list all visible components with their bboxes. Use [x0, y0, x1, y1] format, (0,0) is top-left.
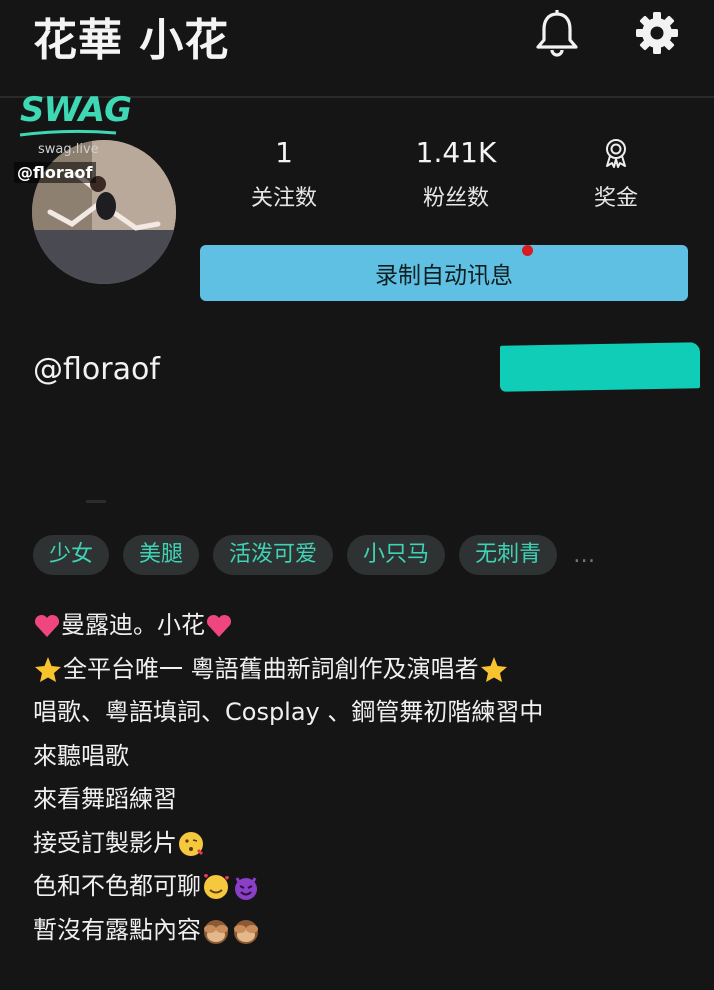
bio-line: 色和不色都可聊	[33, 865, 543, 909]
notification-dot	[522, 245, 533, 256]
swag-underline	[19, 129, 117, 137]
username: @floraof	[33, 352, 160, 387]
tag-chip[interactable]: 少女	[33, 535, 110, 575]
star-icon	[480, 656, 507, 682]
bio-line: 唱歌、粵語填詞、Cosplay 、鋼管舞初階練習中	[33, 698, 544, 726]
see-no-evil-monkey-icon	[204, 919, 228, 944]
following-label: 关注数	[250, 186, 317, 211]
tag-chip[interactable]: 活泼可爱	[213, 535, 334, 575]
watermark-handle: @floraof	[14, 162, 96, 183]
bio-line: 來聽唱歌	[33, 741, 129, 770]
see-no-evil-monkey-icon	[234, 919, 258, 944]
bio-line: 曼露迪。小花	[33, 604, 543, 648]
bio-text: 暫沒有露點內容	[33, 915, 201, 944]
heart-icon	[34, 614, 60, 637]
followers-label: 粉丝数	[422, 186, 489, 211]
bio-text: 曼露迪。小花	[61, 611, 205, 639]
tag-chip[interactable]: 无刺青	[459, 535, 558, 575]
heart-icon	[206, 614, 232, 637]
bio-text: 全平台唯一 粵語舊曲新詞創作及演唱者	[63, 654, 479, 683]
profile-header: 花華 小花	[0, 0, 714, 98]
followers-count: 1.41K	[415, 136, 497, 169]
bio-text: 接受訂製影片	[33, 828, 177, 857]
smiling-face-with-hearts-icon	[204, 874, 229, 899]
page-title: 花華 小花	[33, 15, 230, 66]
following-stat[interactable]: 1 关注数	[224, 136, 344, 212]
bio-line: 來看舞蹈練習	[33, 785, 177, 813]
redaction-mark	[500, 342, 700, 392]
tag-chip[interactable]: 美腿	[123, 535, 200, 575]
bio: 曼露迪。小花 全平台唯一 粵語舊曲新詞創作及演唱者 唱歌、粵語填詞、Cospla…	[33, 604, 543, 952]
followers-stat[interactable]: 1.41K 粉丝数	[396, 136, 516, 212]
following-count: 1	[275, 136, 293, 169]
divider	[86, 500, 106, 503]
watermark-site: swag.live	[38, 142, 99, 157]
tag-list: 少女 美腿 活泼可爱 小只马 无刺青 …	[33, 535, 595, 575]
more-tags-icon[interactable]: …	[573, 543, 595, 568]
star-icon	[35, 656, 61, 682]
bell-icon[interactable]	[532, 8, 582, 58]
kissing-face-icon	[179, 831, 204, 856]
reward-stat[interactable]: 奖金	[556, 136, 676, 212]
record-auto-message-button[interactable]: 录制自动讯息	[200, 245, 688, 301]
swag-watermark: SWAG swag.live @floraof	[14, 90, 132, 190]
bio-text: 色和不色都可聊	[33, 872, 201, 900]
award-icon	[556, 136, 676, 170]
bio-line: 接受訂製影片	[33, 822, 543, 866]
bio-line: 全平台唯一 粵語舊曲新詞創作及演唱者	[33, 648, 543, 692]
bio-line: 暫沒有露點內容	[33, 909, 543, 953]
reward-label: 奖金	[593, 186, 638, 211]
tag-chip[interactable]: 小只马	[347, 535, 446, 575]
devil-face-icon	[235, 877, 257, 900]
swag-logo: SWAG	[20, 90, 132, 130]
gear-icon[interactable]	[632, 8, 682, 58]
